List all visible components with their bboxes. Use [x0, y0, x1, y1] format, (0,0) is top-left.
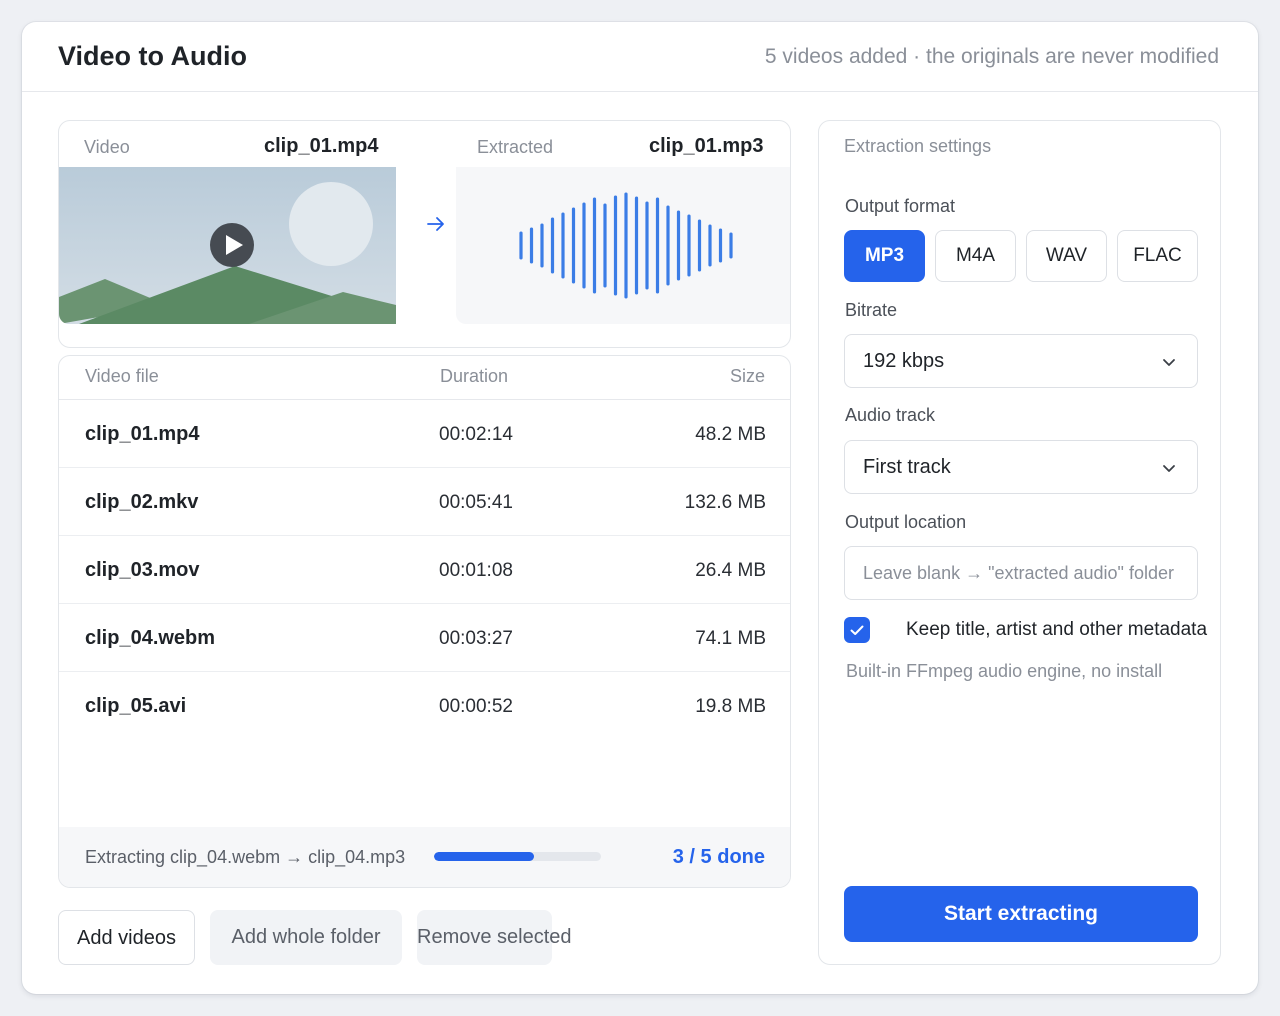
waveform-bar: [729, 232, 733, 259]
waveform-bar: [613, 195, 618, 296]
waveform-bar: [529, 227, 534, 264]
bitrate-label: Bitrate: [845, 300, 898, 320]
file-name: clip_02.mkv: [85, 491, 199, 513]
arrow-right-icon: [427, 217, 444, 231]
waveform-bar: [645, 201, 649, 290]
chevron-down-icon: [1163, 359, 1175, 366]
settings-panel: Extraction settings Output format MP3 M4…: [818, 120, 1221, 965]
remove-selected-button[interactable]: Remove selected: [417, 910, 572, 965]
format-m4a-button[interactable]: M4A: [935, 230, 1016, 282]
file-duration: 00:05:41: [439, 492, 513, 513]
play-icon[interactable]: [210, 223, 254, 267]
waveform-bar: [582, 202, 586, 289]
file-name: clip_05.avi: [85, 695, 187, 717]
header-status: 5 videos added · the originals are never…: [764, 45, 1219, 68]
extracted-label: Extracted: [477, 137, 554, 157]
video-thumbnail[interactable]: [59, 167, 396, 324]
waveform-bar: [592, 197, 597, 294]
table-row[interactable]: clip_01.mp4 00:02:14 48.2 MB: [59, 400, 790, 468]
extracted-name: clip_01.mp3: [649, 135, 764, 157]
waveform-bar: [519, 231, 523, 260]
location-label: Output location: [845, 512, 967, 532]
app-window: Video to Audio 5 videos added · the orig…: [22, 22, 1258, 994]
progress-count: 3 / 5 done: [672, 846, 765, 868]
file-table: Video file Duration Size clip_01.mp4 00:…: [58, 355, 791, 888]
file-size: 74.1 MB: [695, 628, 766, 649]
file-name: clip_03.mov: [85, 559, 200, 581]
bitrate-value: 192 kbps: [863, 350, 945, 372]
file-size: 48.2 MB: [695, 424, 766, 445]
file-name: clip_01.mp4: [85, 423, 200, 445]
table-row[interactable]: clip_02.mkv 00:05:41 132.6 MB: [59, 468, 790, 536]
column-header-size: Size: [729, 366, 765, 386]
start-extracting-button[interactable]: Start extracting: [844, 886, 1198, 942]
check-icon: [850, 625, 864, 635]
file-duration: 00:03:27: [439, 628, 513, 649]
track-value: First track: [863, 456, 951, 478]
settings-title: Extraction settings: [844, 136, 992, 156]
table-row[interactable]: clip_05.avi 00:00:52 19.8 MB: [59, 672, 790, 740]
file-name: clip_04.webm: [85, 627, 216, 649]
waveform-bar: [624, 192, 628, 299]
progress-strip: Extracting clip_04.webm → clip_04.mp3 3 …: [59, 827, 790, 887]
file-duration: 00:01:08: [439, 560, 513, 581]
column-header-duration: Duration: [440, 366, 509, 386]
preview-panel: Video clip_01.mp4 Extracted clip_01.mp3: [58, 120, 791, 348]
waveform-bar: [687, 214, 691, 277]
waveform-bar: [718, 228, 723, 263]
format-wav-button[interactable]: WAV: [1026, 230, 1107, 282]
waveform-bar: [655, 197, 660, 294]
header: Video to Audio 5 videos added · the orig…: [22, 22, 1258, 92]
track-label: Audio track: [845, 405, 936, 425]
output-location-input[interactable]: [844, 546, 1198, 600]
keep-metadata-label[interactable]: Keep title, artist and other metadata: [906, 619, 1207, 641]
track-select[interactable]: First track: [844, 440, 1198, 494]
file-size: 26.4 MB: [695, 560, 766, 581]
waveform-bar: [603, 203, 607, 288]
video-name: clip_01.mp4: [264, 135, 379, 157]
chevron-down-icon: [1163, 465, 1175, 472]
keep-metadata-checkbox[interactable]: [844, 617, 870, 643]
file-size: 19.8 MB: [695, 696, 766, 717]
progress-text: Extracting clip_04.webm → clip_04.mp3: [85, 847, 406, 867]
waveform-bar: [540, 223, 544, 268]
add-videos-button[interactable]: Add videos: [58, 910, 195, 965]
format-mp3-button[interactable]: MP3: [844, 230, 925, 282]
bitrate-select[interactable]: 192 kbps: [844, 334, 1198, 388]
video-label: Video: [84, 137, 130, 157]
waveform-bar: [666, 205, 670, 286]
table-row[interactable]: clip_03.mov 00:01:08 26.4 MB: [59, 536, 790, 604]
waveform-bar: [561, 212, 565, 279]
format-label: Output format: [845, 196, 956, 216]
format-flac-button[interactable]: FLAC: [1117, 230, 1198, 282]
file-size: 132.6 MB: [684, 492, 766, 513]
waveform-preview: [456, 167, 790, 324]
page-title: Video to Audio: [58, 41, 247, 71]
waveform-bar: [550, 217, 555, 274]
waveform-bar: [634, 196, 639, 295]
waveform-icon: [519, 192, 733, 299]
waveform-bar: [708, 224, 712, 267]
add-folder-button[interactable]: Add whole folder: [210, 910, 402, 965]
waveform-bar: [571, 207, 576, 284]
waveform-bar: [697, 219, 702, 272]
waveform-bar: [676, 210, 681, 281]
table-row[interactable]: clip_04.webm 00:03:27 74.1 MB: [59, 604, 790, 672]
engine-note: Built-in FFmpeg audio engine, no install: [846, 661, 1163, 681]
progress-fill: [434, 852, 535, 861]
column-header-file: Video file: [85, 366, 159, 386]
progress-bar: [434, 852, 601, 861]
landscape-thumbnail-icon: [59, 167, 396, 324]
file-duration: 00:02:14: [439, 424, 513, 445]
file-duration: 00:00:52: [439, 696, 513, 717]
